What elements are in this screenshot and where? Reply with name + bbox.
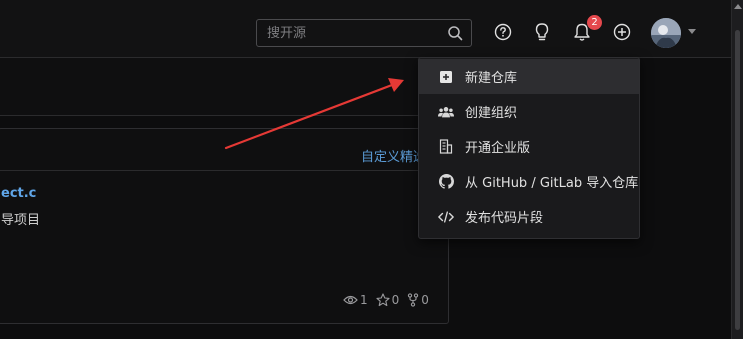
content-header-panel xyxy=(0,58,449,116)
menu-item-label: 从 GitHub / GitLab 导入仓库 xyxy=(465,176,639,191)
search-input[interactable] xyxy=(257,20,447,46)
menu-item-import-repo[interactable]: 从 GitHub / GitLab 导入仓库 xyxy=(419,164,639,199)
menu-item-label: 创建组织 xyxy=(465,106,518,121)
fork-icon xyxy=(408,293,419,307)
search-box[interactable] xyxy=(256,19,472,47)
github-icon xyxy=(438,174,454,190)
plus-icon[interactable] xyxy=(611,21,633,43)
scroll-thumb[interactable] xyxy=(735,30,740,330)
fork-stat[interactable]: 0 xyxy=(407,293,429,307)
menu-item-publish-snippet[interactable]: 发布代码片段 xyxy=(419,199,639,234)
scroll-up-arrow-icon[interactable] xyxy=(734,4,742,9)
code-icon xyxy=(438,209,454,225)
star-icon xyxy=(376,293,390,307)
fork-count: 0 xyxy=(421,293,429,307)
customize-featured-link[interactable]: 自定义精选 xyxy=(361,146,426,165)
menu-item-label: 新建仓库 xyxy=(465,71,518,86)
create-dropdown-menu: 新建仓库 创建组织 开通企业版 从 GitHub / GitLab 导入仓库 发… xyxy=(418,57,640,239)
avatar[interactable] xyxy=(651,18,681,48)
watch-stat[interactable]: 1 xyxy=(343,293,368,307)
divider xyxy=(0,170,448,171)
star-count: 0 xyxy=(391,293,400,307)
notification-badge: 2 xyxy=(587,15,602,30)
help-icon[interactable] xyxy=(492,21,514,43)
lightbulb-icon[interactable] xyxy=(531,21,553,43)
menu-item-create-org[interactable]: 创建组织 xyxy=(419,94,639,129)
scrollbar[interactable] xyxy=(731,0,743,339)
watch-count: 1 xyxy=(360,293,368,307)
menu-item-label: 开通企业版 xyxy=(465,141,531,156)
building-icon xyxy=(438,139,454,155)
top-navbar: 2 xyxy=(0,0,731,58)
project-stats: 1 0 0 xyxy=(343,293,435,307)
chevron-down-icon[interactable] xyxy=(688,29,696,34)
menu-item-new-repo[interactable]: 新建仓库 xyxy=(419,59,639,94)
menu-item-label: 发布代码片段 xyxy=(465,211,544,226)
star-stat[interactable]: 0 xyxy=(376,293,400,307)
search-icon[interactable] xyxy=(447,25,463,41)
menu-item-enterprise[interactable]: 开通企业版 xyxy=(419,129,639,164)
project-description: 导项目 xyxy=(1,213,41,228)
eye-icon xyxy=(343,295,358,305)
featured-projects-card: 自定义精选 ect.c 导项目 1 0 0 xyxy=(0,128,449,324)
plus-square-icon xyxy=(438,69,454,85)
project-name-link[interactable]: ect.c xyxy=(1,186,36,201)
users-icon xyxy=(438,104,454,120)
